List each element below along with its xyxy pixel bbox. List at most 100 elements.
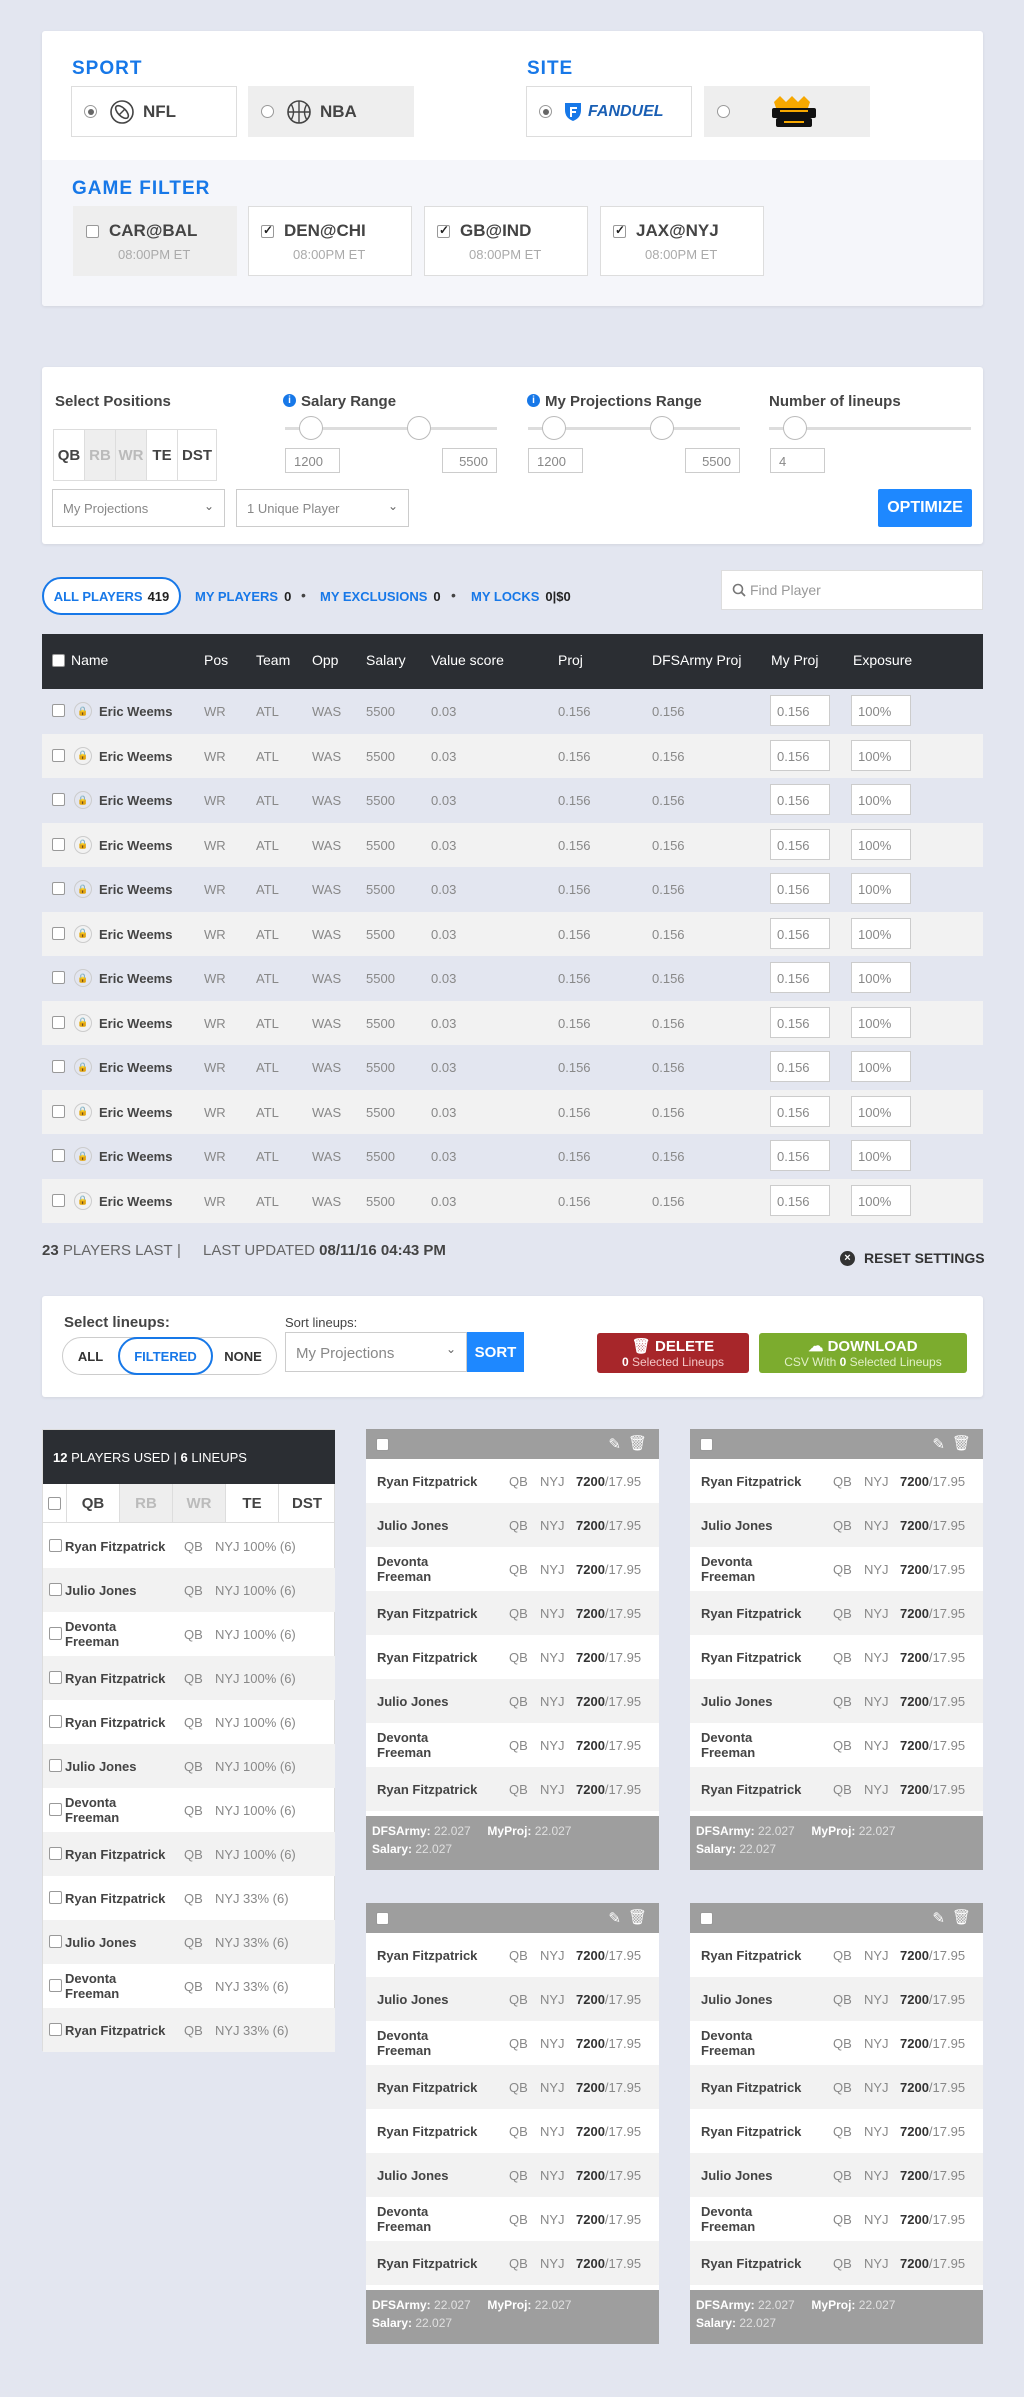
lock-icon[interactable]: 🔒	[74, 1147, 92, 1165]
lineup-select-checkbox[interactable]	[376, 1438, 389, 1451]
lineup-row[interactable]: Julio Jones QB NYJ 7200/17.95	[366, 1679, 659, 1723]
col-pos[interactable]: Pos	[204, 652, 228, 668]
list-item[interactable]: Ryan Fitzpatrick QB NYJ 33% (6)	[43, 2008, 335, 2052]
lineup-row[interactable]: Julio Jones QB NYJ 7200/17.95	[690, 1679, 983, 1723]
row-checkbox[interactable]	[52, 748, 65, 762]
pos-wr[interactable]: WR	[116, 430, 147, 480]
game-checkbox[interactable]	[437, 223, 450, 238]
lock-icon[interactable]: 🔒	[74, 1058, 92, 1076]
lineups-slider[interactable]	[769, 416, 971, 440]
row-checkbox[interactable]	[52, 1104, 65, 1118]
game-checkbox[interactable]	[613, 223, 626, 238]
my-proj-input[interactable]: 0.156	[770, 1095, 830, 1127]
lineup-row[interactable]: Devonta Freeman QB NYJ 7200/17.95	[690, 1723, 983, 1767]
row-checkbox[interactable]	[49, 1539, 62, 1552]
used-pos-dst[interactable]: DST	[279, 1484, 335, 1522]
my-proj-input[interactable]: 0.156	[770, 784, 830, 815]
lineup-row[interactable]: Julio Jones QB NYJ 7200/17.95	[366, 1977, 659, 2021]
lineup-row[interactable]: Julio Jones QB NYJ 7200/17.95	[690, 1977, 983, 2021]
row-checkbox[interactable]	[52, 1149, 65, 1162]
nba-radio[interactable]	[261, 105, 274, 118]
download-csv-button[interactable]: ☁ DOWNLOAD CSV With 0 Selected Lineups	[759, 1333, 967, 1373]
filter-all[interactable]: ALL	[63, 1349, 118, 1364]
lineup-row[interactable]: Ryan Fitzpatrick QB NYJ 7200/17.95	[690, 1459, 983, 1503]
nfl-radio[interactable]	[84, 105, 97, 118]
row-checkbox[interactable]	[49, 2023, 62, 2036]
lock-icon[interactable]: 🔒	[74, 1191, 92, 1210]
col-opp[interactable]: Opp	[312, 652, 338, 668]
lineup-row[interactable]: Ryan Fitzpatrick QB NYJ 7200/17.95	[690, 1933, 983, 1977]
exposure-input[interactable]: 100%	[851, 1140, 911, 1171]
game-checkbox[interactable]	[86, 224, 99, 238]
row-checkbox[interactable]	[49, 1583, 62, 1596]
edit-icon[interactable]: ✎	[932, 1435, 945, 1453]
exposure-input[interactable]: 100%	[851, 1051, 911, 1082]
my-proj-input[interactable]: 0.156	[770, 828, 830, 860]
list-item[interactable]: Devonta Freeman QB NYJ 33% (6)	[43, 1964, 335, 2008]
lineups-handle[interactable]	[783, 416, 807, 440]
used-pos-rb[interactable]: RB	[120, 1484, 173, 1522]
list-item[interactable]: Julio Jones QB NYJ 100% (6)	[43, 1744, 335, 1788]
lock-icon[interactable]: 🔒	[74, 969, 92, 987]
table-row[interactable]: 🔒 Eric Weems WR ATL WAS 5500 0.03 0.156 0.156 0.1…	[42, 956, 983, 1000]
lock-icon[interactable]: 🔒	[74, 835, 92, 854]
lineup-row[interactable]: Devonta Freeman QB NYJ 7200/17.95	[690, 2021, 983, 2065]
col-name[interactable]: Name	[71, 652, 108, 668]
row-checkbox[interactable]	[52, 1193, 65, 1207]
draftkings-radio[interactable]	[717, 105, 730, 118]
exposure-input[interactable]: 100%	[851, 695, 911, 726]
lineup-select-checkbox[interactable]	[700, 1912, 713, 1925]
filter-filtered[interactable]: FILTERED	[118, 1337, 213, 1375]
row-checkbox[interactable]	[52, 882, 65, 895]
lock-icon[interactable]: 🔒	[74, 702, 92, 720]
edit-icon[interactable]: ✎	[608, 1435, 621, 1453]
list-item[interactable]: Ryan Fitzpatrick QB NYJ 100% (6)	[43, 1656, 335, 1700]
trash-icon[interactable]: 🗑	[952, 1434, 971, 1452]
pos-dst[interactable]: DST	[178, 430, 216, 480]
my-proj-input[interactable]: 0.156	[770, 695, 830, 726]
lock-icon[interactable]: 🔒	[74, 1013, 92, 1032]
proj-max-input[interactable]: 5500	[685, 448, 740, 473]
lineup-row[interactable]: Devonta Freeman QB NYJ 7200/17.95	[690, 1547, 983, 1591]
list-item[interactable]: Ryan Fitzpatrick QB NYJ 100% (6)	[43, 1832, 335, 1876]
used-pos-te[interactable]: TE	[226, 1484, 279, 1522]
row-checkbox[interactable]	[52, 1060, 65, 1073]
lineup-select-checkbox[interactable]	[700, 1438, 713, 1451]
edit-icon[interactable]: ✎	[932, 1909, 945, 1927]
row-checkbox[interactable]	[52, 971, 65, 984]
trash-icon[interactable]: 🗑	[628, 1908, 647, 1926]
list-item[interactable]: Julio Jones QB NYJ 100% (6)	[43, 1568, 335, 1612]
row-checkbox[interactable]	[49, 1847, 62, 1860]
game-jax-nyj[interactable]: JAX@NYJ 08:00PM ET	[600, 206, 764, 276]
tab-my-exclusions[interactable]: MY EXCLUSIONS 0	[320, 589, 441, 604]
find-player-search[interactable]: Find Player	[721, 570, 983, 610]
sort-lineups-select[interactable]: My Projections ⌄	[285, 1332, 467, 1372]
table-row[interactable]: 🔒 Eric Weems WR ATL WAS 5500 0.03 0.156 0.156 0.1…	[42, 1000, 983, 1045]
lineup-row[interactable]: Ryan Fitzpatrick QB NYJ 7200/17.95	[366, 1459, 659, 1503]
sort-button[interactable]: SORT	[467, 1332, 524, 1372]
my-proj-input[interactable]: 0.156	[770, 1184, 830, 1216]
exposure-input[interactable]: 100%	[851, 1184, 911, 1216]
col-value-score[interactable]: Value score	[431, 652, 504, 668]
proj-min-input[interactable]: 1200	[528, 448, 583, 473]
lineup-row[interactable]: Ryan Fitzpatrick QB NYJ 7200/17.95	[366, 2109, 659, 2153]
exposure-input[interactable]: 100%	[851, 828, 911, 860]
list-item[interactable]: Ryan Fitzpatrick QB NYJ 100% (6)	[43, 1700, 335, 1744]
table-row[interactable]: 🔒 Eric Weems WR ATL WAS 5500 0.03 0.156 0.156 0.1…	[42, 1089, 983, 1134]
trash-icon[interactable]: 🗑	[952, 1908, 971, 1926]
table-row[interactable]: 🔒 Eric Weems WR ATL WAS 5500 0.03 0.156 0.156 0.1…	[42, 733, 983, 778]
unique-player-select[interactable]: 1 Unique Player ⌄	[236, 489, 409, 527]
table-row[interactable]: 🔒 Eric Weems WR ATL WAS 5500 0.03 0.156 0.156 0.1…	[42, 1134, 983, 1178]
row-checkbox[interactable]	[49, 1627, 62, 1640]
tab-my-locks[interactable]: MY LOCKS 0|$0	[471, 589, 571, 604]
lineup-row[interactable]: Devonta Freeman QB NYJ 7200/17.95	[690, 2197, 983, 2241]
tab-my-players[interactable]: MY PLAYERS 0	[195, 589, 291, 604]
exposure-input[interactable]: 100%	[851, 962, 911, 993]
list-item[interactable]: Julio Jones QB NYJ 33% (6)	[43, 1920, 335, 1964]
proj-min-handle[interactable]	[542, 416, 566, 440]
lineup-row[interactable]: Ryan Fitzpatrick QB NYJ 7200/17.95	[366, 1767, 659, 1811]
col-proj[interactable]: Proj	[558, 652, 583, 668]
table-row[interactable]: 🔒 Eric Weems WR ATL WAS 5500 0.03 0.156 0.156 0.1…	[42, 689, 983, 733]
pos-qb[interactable]: QB	[54, 430, 85, 480]
exposure-input[interactable]: 100%	[851, 784, 911, 815]
